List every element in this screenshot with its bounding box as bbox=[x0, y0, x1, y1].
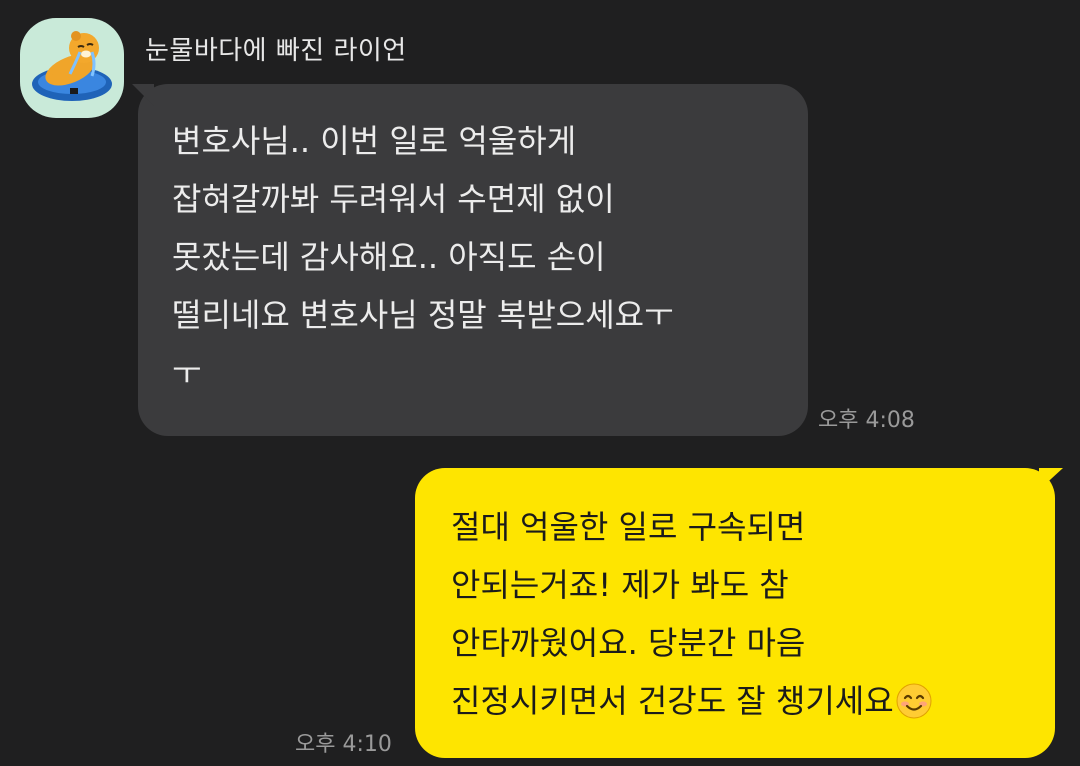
message-line-text: 진정시키면서 건강도 잘 챙기세요 bbox=[451, 682, 894, 720]
message-line: 안타까웠어요. 당분간 마음 bbox=[451, 624, 806, 662]
message-line: 안되는거죠! 제가 봐도 참 bbox=[451, 566, 789, 604]
outgoing-message-bubble[interactable]: 절대 억울한 일로 구속되면 안되는거죠! 제가 봐도 참 안타까웠어요. 당분… bbox=[415, 468, 1063, 758]
message-line: 못잤는데 감사해요.. 아직도 손이 bbox=[172, 238, 606, 276]
message-timestamp: 오후 4:10 bbox=[295, 732, 392, 757]
message-line: 절대 억울한 일로 구속되면 bbox=[451, 508, 806, 546]
sender-name: 눈물바다에 빠진 라이언 bbox=[145, 36, 407, 66]
bubble-tail bbox=[132, 84, 154, 106]
message-line: 떨리네요 변호사님 정말 복받으세요ㅜ bbox=[172, 296, 674, 334]
message-line: ㅜ bbox=[172, 354, 202, 392]
incoming-message-bubble[interactable]: 변호사님.. 이번 일로 억울하게 잡혀갈까봐 두려워서 수면제 없이 못잤는데… bbox=[132, 84, 808, 436]
chat-screen: 눈물바다에 빠진 라이언 변호사님.. 이번 일로 억울하게 잡혀갈까봐 두려워… bbox=[0, 0, 1080, 766]
smiling-face-icon bbox=[896, 679, 932, 737]
message-line: 변호사님.. 이번 일로 억울하게 bbox=[172, 122, 577, 160]
message-line: 잡혀갈까봐 두려워서 수면제 없이 bbox=[172, 180, 615, 218]
message-timestamp: 오후 4:08 bbox=[818, 408, 915, 433]
message-line-with-emoji: 진정시키면서 건강도 잘 챙기세요 bbox=[451, 672, 1055, 737]
crying-lion-avatar-icon[interactable] bbox=[20, 18, 124, 118]
bubble-tail bbox=[1039, 468, 1063, 490]
